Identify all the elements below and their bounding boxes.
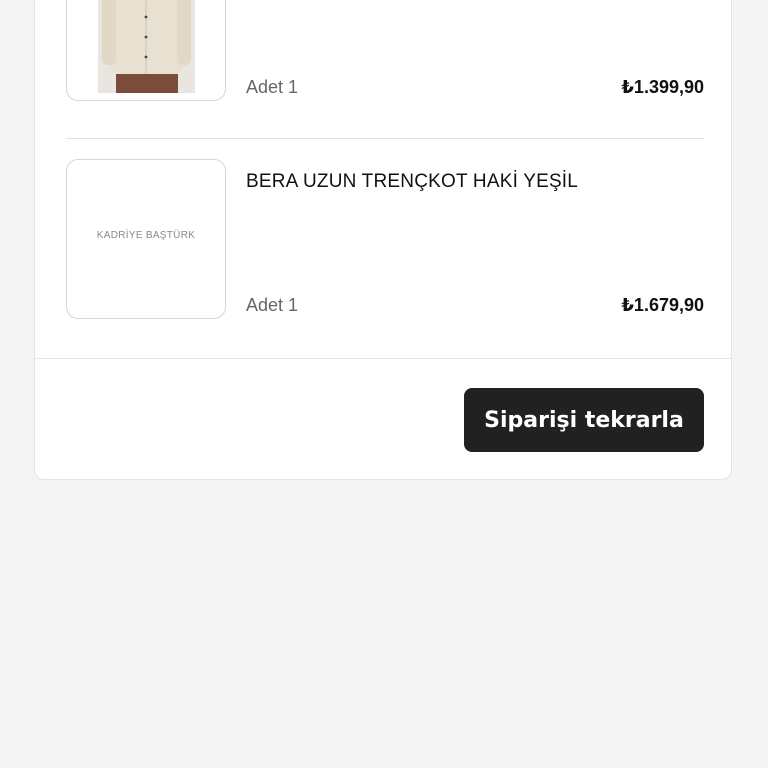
section-divider xyxy=(35,358,731,359)
product-photo xyxy=(98,0,195,93)
quantity-label: Adet 1 xyxy=(246,77,299,97)
product-price: ₺1.679,90 xyxy=(621,295,704,315)
product-thumbnail[interactable] xyxy=(66,0,226,101)
quantity-label: Adet 1 xyxy=(246,295,299,315)
product-title[interactable]: BERA UZUN TRENÇKOT HAKİ YEŞİL xyxy=(246,171,578,193)
order-item[interactable]: Adet 1 ₺1.399,90 xyxy=(66,0,704,101)
item-divider xyxy=(66,138,704,139)
product-price: ₺1.399,90 xyxy=(621,77,704,97)
order-card: Adet 1 ₺1.399,90 KADRİYE BAŞTÜRK BERA UZ… xyxy=(34,0,732,480)
brand-logo: KADRİYE BAŞTÜRK xyxy=(96,230,196,241)
product-thumbnail[interactable]: KADRİYE BAŞTÜRK xyxy=(66,159,226,319)
order-item[interactable]: KADRİYE BAŞTÜRK BERA UZUN TRENÇKOT HAKİ … xyxy=(66,159,704,319)
reorder-button[interactable]: Siparişi tekrarla xyxy=(464,388,704,452)
